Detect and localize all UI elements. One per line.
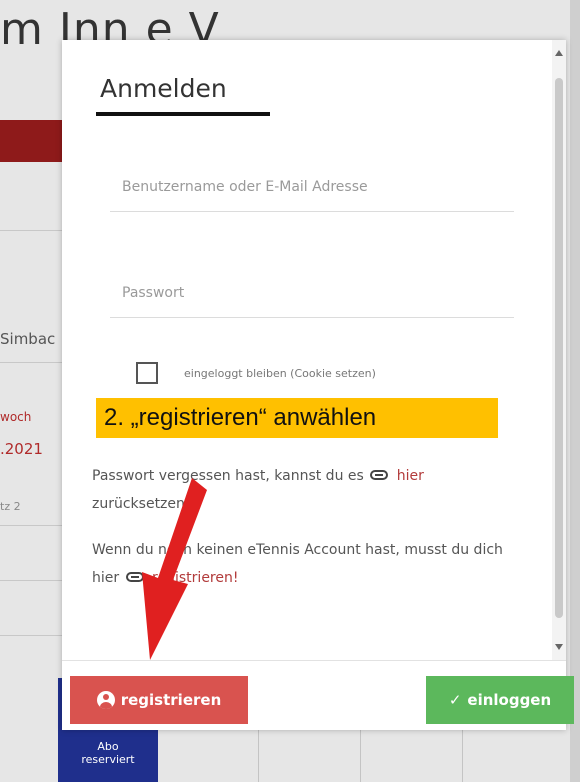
arrow-shape <box>142 478 207 660</box>
red-arrow-pointer <box>142 478 207 660</box>
